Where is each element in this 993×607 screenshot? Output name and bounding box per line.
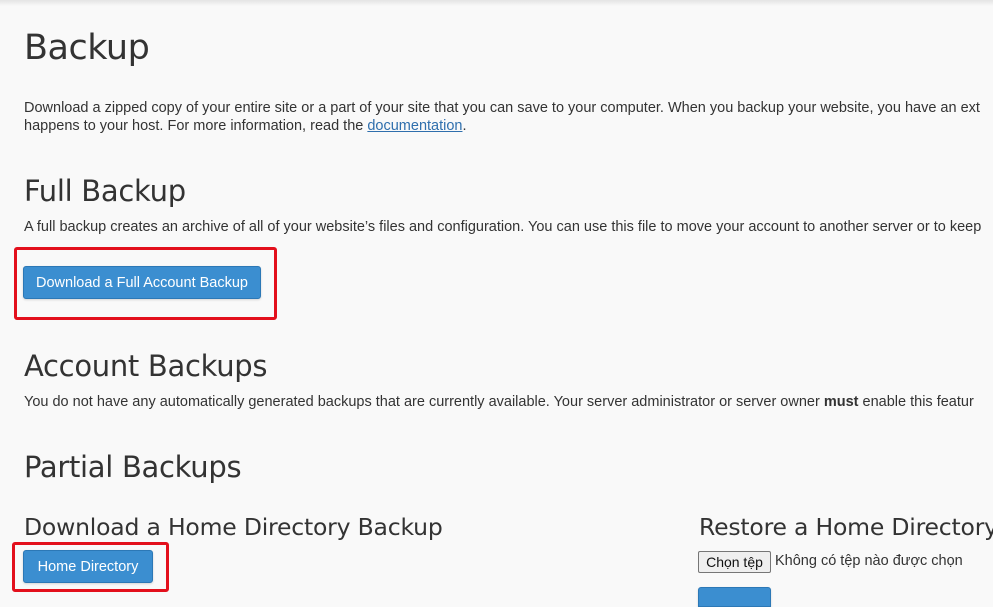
account-backups-heading: Account Backups [24,349,268,383]
home-directory-button[interactable]: Home Directory [23,550,153,583]
page-title: Backup [24,28,150,68]
restore-home-directory-heading: Restore a Home Directory [699,513,993,541]
documentation-link[interactable]: documentation [367,118,462,134]
account-backups-desc-bold: must [823,394,859,410]
account-backups-description: You do not have any automatically genera… [24,394,974,410]
download-home-directory-heading: Download a Home Directory Backup [24,513,443,541]
intro-line-1: Download a zipped copy of your entire si… [24,100,980,116]
full-backup-description: A full backup creates an archive of all … [24,219,982,235]
intro-line-2-prefix: happens to your host. For more informati… [24,118,368,134]
account-backups-desc-prefix: You do not have any automatically genera… [24,394,824,410]
upload-button[interactable] [698,587,771,607]
intro-line-2-suffix: . [462,118,467,134]
intro-line-2: happens to your host. For more informati… [24,117,980,135]
intro-text: Download a zipped copy of your entire si… [24,99,980,135]
full-backup-heading: Full Backup [24,174,186,208]
account-backups-desc-suffix: enable this featur [858,394,974,410]
top-shadow [0,0,993,6]
partial-backups-heading: Partial Backups [24,450,242,484]
choose-file-button[interactable]: Chọn tệp [698,551,771,573]
download-full-backup-button[interactable]: Download a Full Account Backup [23,266,261,299]
file-status-text: Không có tệp nào được chọn [775,553,963,569]
